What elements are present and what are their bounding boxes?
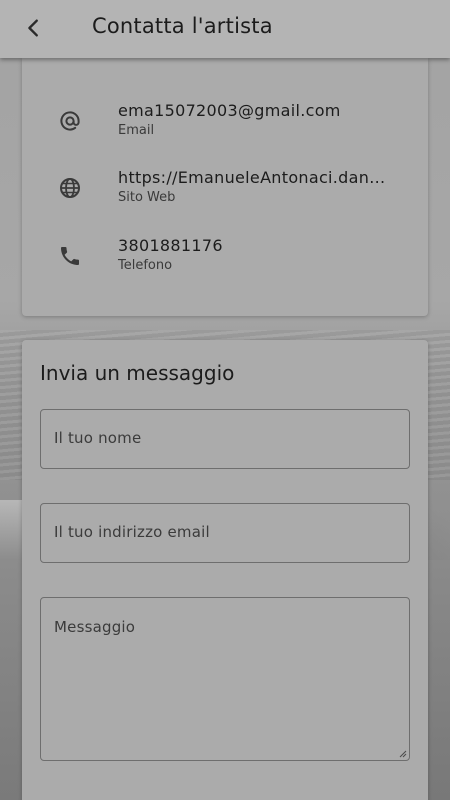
message-card: Invia un messaggio Il tuo nome Il tuo in… [22,340,428,800]
phone-icon [56,242,84,270]
at-icon [56,107,84,135]
message-field-placeholder: Messaggio [54,618,136,636]
contact-info-card: ema15072003@gmail.com Email https://Eman… [22,58,428,316]
contact-row-phone[interactable]: 3801881176 Telefono [22,236,428,286]
message-field[interactable]: Messaggio [40,597,410,761]
globe-icon [56,174,84,202]
page-title: Contatta l'artista [92,14,273,38]
contact-row-website[interactable]: https://EmanueleAntonaci.dan... Sito Web [22,168,428,218]
app-bar: Contatta l'artista [0,0,450,58]
email-field[interactable]: Il tuo indirizzo email [40,503,410,563]
contact-row-email[interactable]: ema15072003@gmail.com Email [22,101,428,151]
message-section-title: Invia un messaggio [40,361,235,385]
name-field-placeholder: Il tuo nome [54,429,142,447]
email-value: ema15072003@gmail.com [118,101,341,120]
email-field-placeholder: Il tuo indirizzo email [54,523,210,541]
email-label: Email [118,123,155,138]
phone-label: Telefono [118,258,173,273]
name-field[interactable]: Il tuo nome [40,409,410,469]
resize-handle-icon[interactable] [399,750,407,758]
back-button[interactable] [18,12,50,44]
chevron-left-icon [28,19,38,37]
website-value: https://EmanueleAntonaci.dan... [118,168,386,187]
website-label: Sito Web [118,190,176,205]
phone-value: 3801881176 [118,236,223,255]
